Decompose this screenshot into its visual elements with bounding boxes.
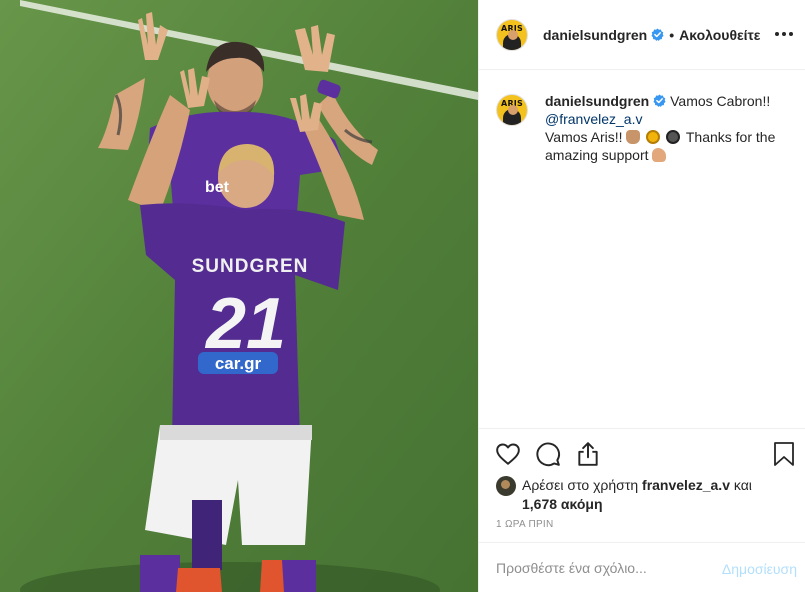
caption-text: danielsundgren Vamos Cabron!! @franvelez… [545, 92, 796, 164]
yellow-circle-emoji-icon [646, 130, 661, 144]
likes-conjunction: και [733, 477, 752, 493]
flexed-biceps-emoji-icon [652, 148, 667, 162]
post-timestamp[interactable]: 1 ΩΡΑ ΠΡΙΝ [496, 519, 554, 530]
instagram-post: SUNDGREN 21 car.gr bet ARIS danielsundgr… [0, 0, 805, 592]
share-icon[interactable] [575, 441, 601, 467]
verified-badge-icon [651, 28, 664, 41]
separator-dot: • [669, 26, 675, 43]
caption-line-2: Vamos Aris!! [545, 129, 623, 145]
post-actions: Αρέσει στο χρήστη franvelez_a.v και 1,67… [479, 428, 805, 538]
verified-badge-icon [653, 94, 666, 107]
caption-line-1: Vamos Cabron!! [670, 93, 771, 109]
post-caption: ARIS danielsundgren Vamos Cabron!! @fran… [496, 92, 796, 164]
liker-username[interactable]: franvelez_a.v [642, 477, 730, 493]
caption-mention-link[interactable]: @franvelez_a.v [545, 111, 642, 127]
liker-avatar[interactable] [496, 476, 516, 496]
post-header: ARIS danielsundgren • Ακολουθείτε [479, 0, 805, 70]
action-icons-bar [495, 441, 601, 467]
comment-icon[interactable] [535, 441, 561, 467]
post-side-panel: ARIS danielsundgren • Ακολουθείτε ARIS d… [478, 0, 805, 592]
comment-input[interactable] [496, 559, 716, 576]
heart-icon[interactable] [495, 441, 521, 467]
more-icon[interactable] [772, 24, 796, 44]
author-avatar[interactable]: ARIS [496, 18, 528, 51]
caption-username[interactable]: danielsundgren [545, 93, 649, 109]
comment-form: Δημοσίευση [479, 542, 805, 592]
author-username[interactable]: danielsundgren [543, 27, 647, 43]
post-photo[interactable]: SUNDGREN 21 car.gr bet [0, 0, 478, 592]
likes-prefix: Αρέσει στο χρήστη [522, 477, 639, 493]
jersey-name: SUNDGREN [192, 256, 309, 277]
soccer-ball-emoji-icon [666, 130, 681, 144]
follow-status-button[interactable]: Ακολουθείτε [679, 27, 760, 43]
bookmark-icon[interactable] [772, 441, 796, 467]
jersey-sponsor: car.gr [215, 354, 262, 373]
football-celebration-image: SUNDGREN 21 car.gr bet [0, 0, 478, 592]
caption-author-avatar[interactable]: ARIS [496, 94, 528, 126]
likes-text: Αρέσει στο χρήστη franvelez_a.v και 1,67… [522, 476, 752, 514]
pray-emoji-icon [626, 130, 641, 144]
post-comment-button[interactable]: Δημοσίευση [722, 561, 797, 577]
likes-count[interactable]: 1,678 ακόμη [522, 496, 603, 512]
front-sponsor: bet [205, 179, 230, 196]
likes-summary: Αρέσει στο χρήστη franvelez_a.v και 1,67… [496, 476, 796, 514]
